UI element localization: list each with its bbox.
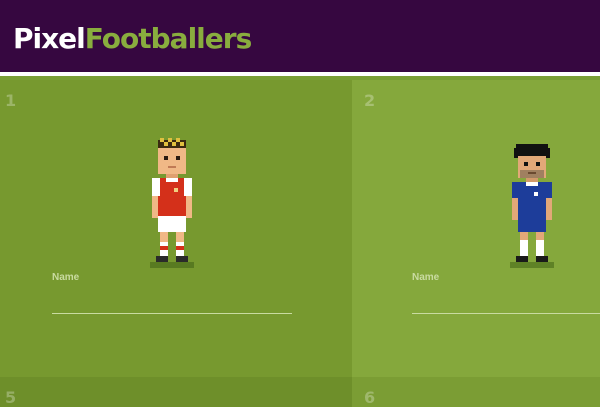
tile-number: 6 bbox=[364, 388, 376, 407]
player-tile-6[interactable]: 6 bbox=[352, 377, 600, 407]
player-name-input[interactable] bbox=[412, 286, 600, 314]
player-tile-1[interactable]: 1 Name bbox=[0, 80, 352, 377]
tile-number: 2 bbox=[364, 91, 376, 110]
name-label: Name bbox=[412, 272, 440, 283]
site-header: PixelFootballers bbox=[0, 0, 600, 76]
logo-footballers-text: Footballers bbox=[84, 22, 252, 55]
tile-number: 5 bbox=[5, 388, 17, 407]
player-grid: 1 Name 2 Name 5 6 bbox=[0, 80, 600, 407]
tile-number: 1 bbox=[5, 91, 17, 110]
name-label: Name bbox=[52, 272, 80, 283]
player-tile-5[interactable]: 5 bbox=[0, 377, 352, 407]
player-tile-2[interactable]: 2 Name bbox=[352, 80, 600, 377]
player-name-input[interactable] bbox=[52, 286, 292, 314]
logo-pixel-text: Pixel bbox=[13, 22, 86, 55]
site-logo[interactable]: PixelFootballers bbox=[13, 22, 252, 56]
player-sprite-red-kit bbox=[150, 138, 194, 268]
player-sprite-blue-kit bbox=[510, 144, 554, 268]
